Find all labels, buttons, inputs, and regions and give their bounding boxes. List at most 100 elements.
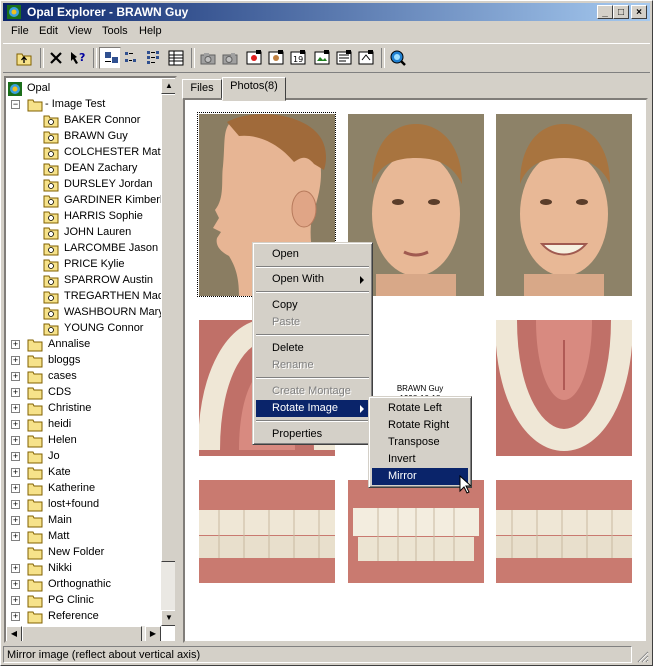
menu-tools[interactable]: Tools	[102, 25, 128, 37]
submenu-item-invert[interactable]: Invert	[372, 451, 468, 468]
expand-icon[interactable]: +	[11, 356, 20, 365]
scroll-up-button[interactable]: ▲	[161, 78, 175, 94]
expand-icon[interactable]: +	[11, 612, 20, 621]
expand-icon[interactable]: +	[11, 484, 20, 493]
menu-item-properties[interactable]: Properties	[256, 426, 369, 443]
folder-icon	[27, 547, 43, 560]
open-folder-icon	[27, 99, 43, 112]
patient-folder-icon	[43, 163, 59, 176]
patient-folder-icon	[43, 227, 59, 240]
tree-item-label: YOUNG Connor	[64, 322, 144, 334]
export-icon[interactable]	[355, 47, 377, 69]
camera-icon[interactable]	[197, 47, 219, 69]
menu-item-rotate-image[interactable]: Rotate Image	[256, 400, 369, 417]
menu-edit[interactable]: Edit	[39, 25, 58, 37]
expand-icon[interactable]: +	[11, 404, 20, 413]
scroll-thumb[interactable]	[22, 626, 142, 641]
expand-icon[interactable]: +	[11, 532, 20, 541]
svg-text:?: ?	[79, 51, 85, 64]
expand-icon[interactable]: +	[11, 564, 20, 573]
menu-item-delete[interactable]: Delete	[256, 340, 369, 357]
print-icon[interactable]	[333, 47, 355, 69]
maximize-button[interactable]: □	[613, 5, 629, 19]
search-icon[interactable]	[387, 47, 409, 69]
submenu-item-rotate-left[interactable]: Rotate Left	[372, 400, 468, 417]
expand-icon[interactable]: +	[11, 596, 20, 605]
smiling-face-image	[496, 114, 632, 296]
camera-gray-icon[interactable]	[219, 47, 241, 69]
submenu-item-rotate-right[interactable]: Rotate Right	[372, 417, 468, 434]
patient-folder-icon	[43, 243, 59, 256]
properties-help-icon[interactable]: ?	[67, 47, 89, 69]
menu-view[interactable]: View	[68, 25, 92, 37]
photo-caption-name: BRAWN Guy	[396, 384, 444, 393]
large-icons-view-icon[interactable]	[99, 47, 121, 69]
folder-icon	[27, 579, 43, 592]
opal-app-icon	[7, 5, 21, 19]
delete-icon[interactable]	[45, 47, 67, 69]
photo-frontal-occlusion[interactable]	[348, 480, 484, 583]
menu-bar: File Edit View Tools Help	[3, 23, 650, 41]
menu-item-open[interactable]: Open	[256, 246, 369, 263]
up-folder-icon[interactable]	[13, 47, 35, 69]
expand-icon[interactable]: +	[11, 468, 20, 477]
patient-folder-icon	[43, 179, 59, 192]
menu-item-open-with[interactable]: Open With	[256, 271, 369, 288]
folder-icon	[27, 595, 43, 608]
title-bar[interactable]: Opal Explorer - BRAWN Guy _ □ ×	[3, 3, 650, 21]
menu-help[interactable]: Help	[139, 25, 162, 37]
patient-folder-icon	[43, 195, 59, 208]
scroll-thumb[interactable]	[161, 94, 175, 562]
menu-item-copy[interactable]: Copy	[256, 297, 369, 314]
tab-files[interactable]: Files	[182, 79, 222, 99]
scroll-left-button[interactable]: ◀	[6, 626, 22, 641]
folder-icon	[27, 355, 43, 368]
expand-icon[interactable]: +	[11, 388, 20, 397]
folder-icon	[27, 371, 43, 384]
folder-icon	[27, 403, 43, 416]
patient-folder-icon	[43, 211, 59, 224]
expand-icon[interactable]: +	[11, 340, 20, 349]
calendar-icon[interactable]: 19	[287, 47, 309, 69]
tree-root-label: Opal	[27, 82, 51, 94]
capture-icon[interactable]	[243, 47, 265, 69]
expand-icon[interactable]: +	[11, 516, 20, 525]
import-icon[interactable]	[265, 47, 287, 69]
tab-photos[interactable]: Photos(8)	[222, 77, 286, 101]
expand-icon[interactable]: +	[11, 436, 20, 445]
folder-icon	[27, 531, 43, 544]
patient-folder-icon	[43, 259, 59, 272]
collapse-icon[interactable]: −	[11, 100, 20, 109]
expand-icon[interactable]: +	[11, 372, 20, 381]
folder-tree[interactable]: Opal − - Image Test BAKER Connor BRAWN Gu…	[4, 76, 177, 643]
tree-item-label: COLCHESTER Matth	[64, 146, 161, 158]
photo-lower-occlusal[interactable]	[496, 320, 632, 456]
photo-left-buccal[interactable]	[496, 480, 632, 583]
tree-item-label: Nikki	[48, 562, 72, 574]
tree-vertical-scrollbar[interactable]: ▲ ▼	[161, 78, 175, 626]
submenu-item-mirror[interactable]: Mirror	[372, 468, 468, 485]
tree-item-label: CDS	[48, 386, 72, 398]
menu-file[interactable]: File	[11, 25, 29, 37]
tree-horizontal-scrollbar[interactable]: ◀ ▶	[6, 626, 161, 641]
list-view-icon[interactable]	[143, 47, 165, 69]
photo-smile[interactable]	[496, 114, 632, 296]
scroll-right-button[interactable]: ▶	[145, 626, 161, 641]
expand-icon[interactable]: +	[11, 500, 20, 509]
tree-item-label: heidi	[48, 418, 72, 430]
details-view-icon[interactable]	[165, 47, 187, 69]
expand-icon[interactable]: +	[11, 420, 20, 429]
expand-icon[interactable]: +	[11, 452, 20, 461]
submenu-item-transpose[interactable]: Transpose	[372, 434, 468, 451]
rotate-submenu: Rotate Left Rotate Right Transpose Inver…	[368, 396, 472, 488]
tree-item-label: Matt	[48, 530, 70, 542]
tree-item-label: DURSLEY Jordan	[64, 178, 153, 190]
close-button[interactable]: ×	[631, 5, 647, 19]
small-icons-view-icon[interactable]	[121, 47, 143, 69]
resize-grip-icon[interactable]	[637, 651, 649, 663]
photo-right-buccal[interactable]	[199, 480, 335, 583]
minimize-button[interactable]: _	[597, 5, 613, 19]
montage-icon[interactable]	[311, 47, 333, 69]
expand-icon[interactable]: +	[11, 580, 20, 589]
scroll-down-button[interactable]: ▼	[161, 610, 175, 626]
